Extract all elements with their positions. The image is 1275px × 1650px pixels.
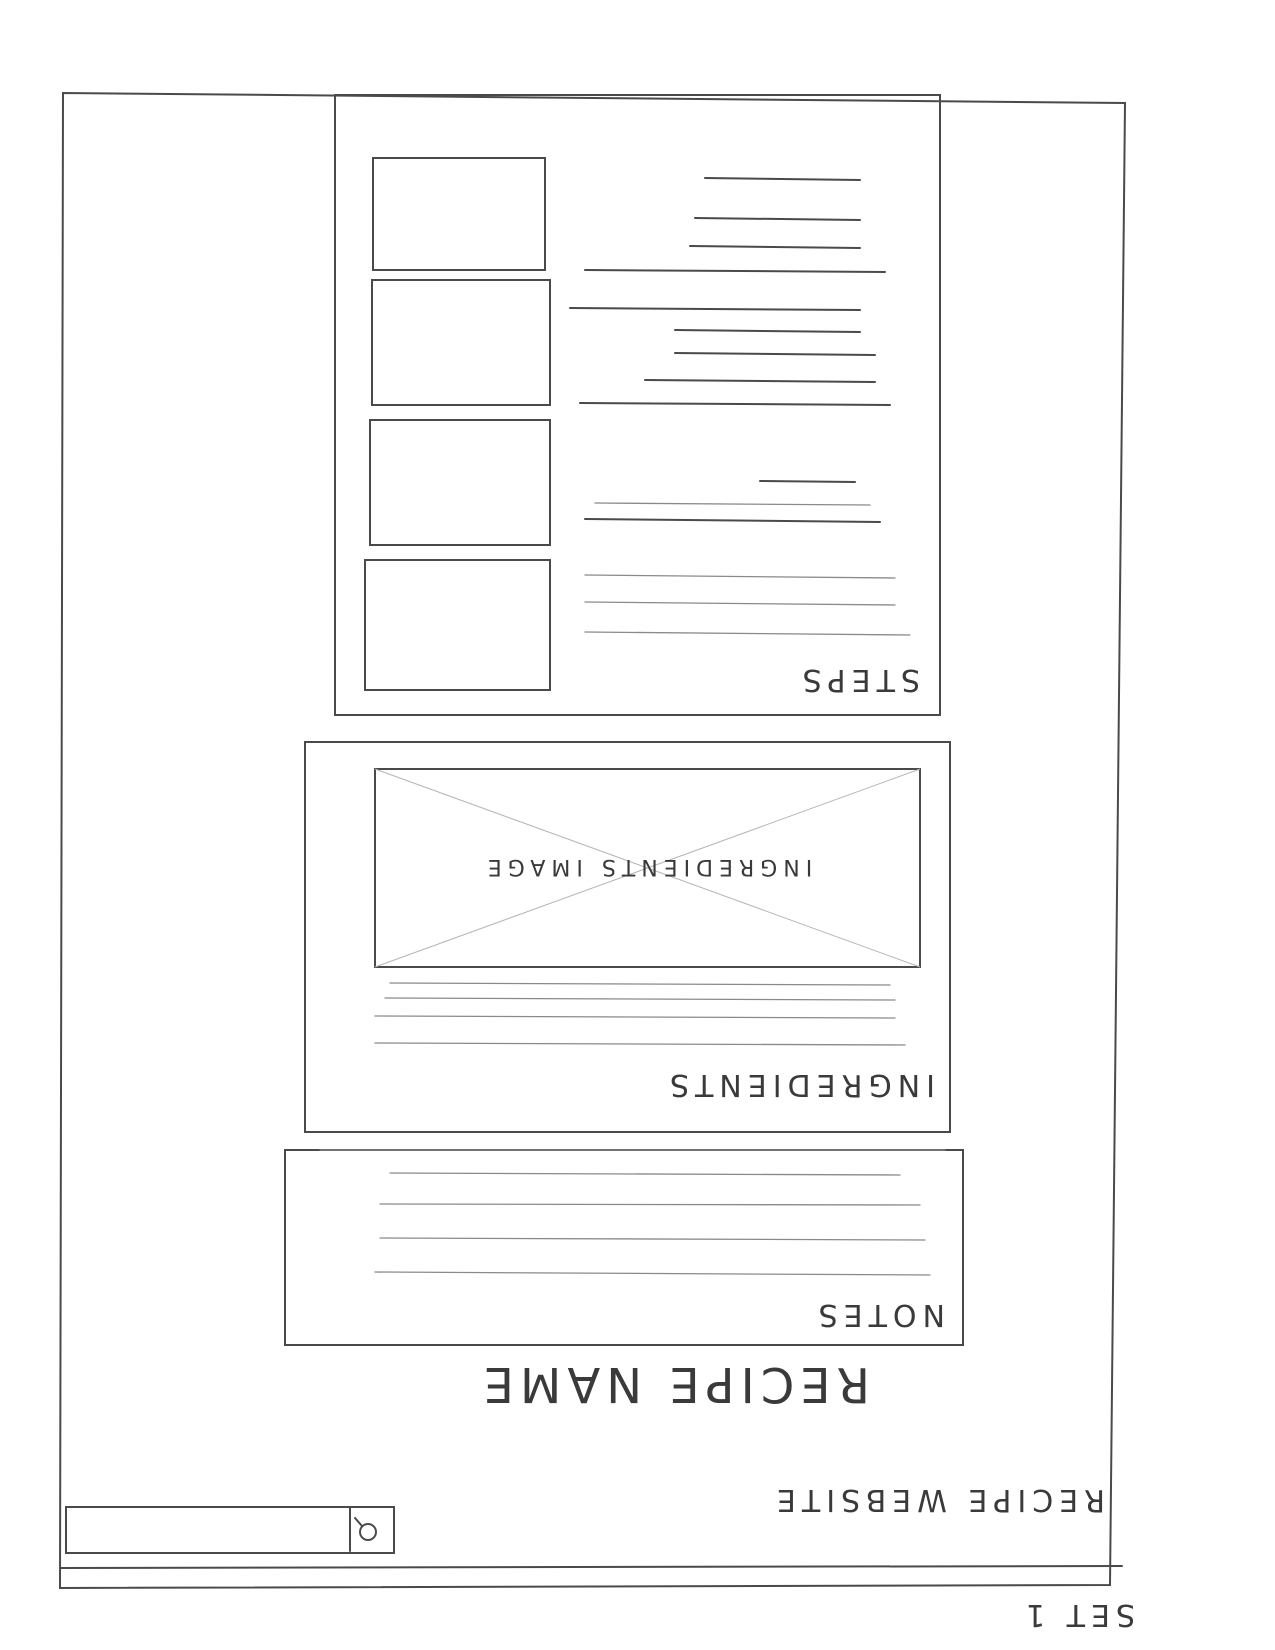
ingredients-title: INGREDIENTS [664, 1067, 935, 1102]
search-button[interactable] [349, 1506, 377, 1552]
ingredients-image: INGREDIENTS IMAGE [374, 768, 921, 968]
step-item [371, 279, 891, 406]
steps-title: STEPS [797, 662, 920, 697]
step-image [371, 279, 551, 406]
notes-text-lines [319, 1149, 946, 1276]
step-item [372, 157, 886, 273]
ingredients-text-lines [374, 982, 906, 1046]
wireframe-sketch: RECIPE WEBSITE RECIPE NAME NOTES INGREDI… [58, 91, 1135, 1632]
header-divider [60, 1565, 1123, 1569]
step-image [372, 157, 546, 271]
step-image [364, 559, 551, 691]
site-title: RECIPE WEBSITE [771, 1482, 1105, 1517]
step-image [369, 419, 551, 546]
recipe-name: RECIPE NAME [478, 1356, 870, 1412]
notes-title: NOTES [813, 1297, 945, 1332]
step-item [369, 419, 881, 546]
magnifier-icon [354, 1517, 377, 1541]
ingredients-image-caption: INGREDIENTS IMAGE [482, 854, 812, 879]
search-box[interactable] [65, 1506, 395, 1554]
sheet-label: SET 1 [1020, 1597, 1135, 1632]
